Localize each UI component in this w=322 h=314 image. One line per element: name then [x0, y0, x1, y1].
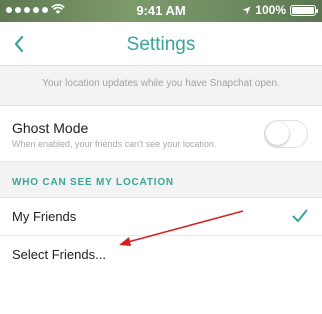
ghost-mode-description: When enabled, your friends can't see you…: [12, 139, 217, 149]
nav-bar: Settings: [0, 22, 322, 66]
empty-area: [0, 274, 322, 314]
ghost-mode-row: Ghost Mode When enabled, your friends ca…: [0, 106, 322, 162]
battery-percent: 100%: [255, 3, 286, 17]
toggle-knob: [266, 122, 289, 145]
section-title: WHO CAN SEE MY LOCATION: [12, 177, 174, 188]
location-arrow-icon: [242, 5, 251, 15]
status-right: 100%: [242, 3, 318, 17]
status-bar: 9:41 AM 100%: [0, 0, 322, 22]
ghost-mode-toggle[interactable]: [264, 120, 308, 148]
option-label: Select Friends...: [12, 247, 106, 262]
checkmark-icon: [292, 209, 308, 222]
battery-icon: [290, 4, 318, 16]
option-label: My Friends: [12, 209, 77, 224]
section-header: WHO CAN SEE MY LOCATION: [0, 162, 322, 198]
battery-fill: [292, 6, 314, 14]
option-select-friends[interactable]: Select Friends...: [0, 236, 322, 274]
ghost-mode-label: Ghost Mode: [12, 120, 89, 136]
option-my-friends[interactable]: My Friends: [0, 198, 322, 236]
page-title: Settings: [126, 34, 196, 55]
location-note: Your location updates while you have Sna…: [0, 66, 322, 106]
